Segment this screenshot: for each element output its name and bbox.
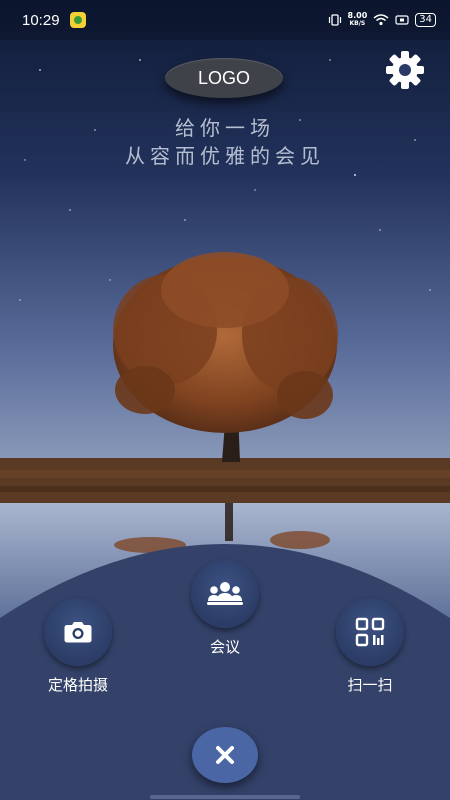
people-group-icon: [207, 582, 243, 605]
settings-button[interactable]: [382, 47, 428, 93]
sim-icon: [395, 15, 409, 25]
net-speed: 8.00 KB/S: [348, 12, 368, 28]
vibrate-icon: [328, 14, 341, 26]
meeting-button[interactable]: [191, 560, 259, 628]
close-button[interactable]: [192, 727, 258, 783]
gear-icon: [386, 51, 424, 89]
scan-button[interactable]: [336, 598, 404, 666]
tagline-line-1: 给你一场: [175, 116, 275, 140]
logo: LOGO: [165, 58, 283, 98]
scan-label: 扫一扫: [347, 676, 393, 694]
battery-indicator: 34: [415, 13, 436, 27]
screen: 10:29 8.00 KB/S 34 LOGO 给你一场 从容而优雅的会见 定格…: [0, 0, 450, 800]
scan-action[interactable]: 扫一扫: [336, 598, 404, 695]
wifi-icon: [373, 14, 389, 26]
net-speed-value: 8.00: [347, 11, 368, 20]
status-time: 10:29: [22, 11, 60, 29]
app-notification-icon: [69, 12, 86, 28]
status-right: 8.00 KB/S 34: [328, 12, 436, 28]
ground: [0, 458, 450, 503]
qr-scan-icon: [355, 617, 385, 647]
close-icon: [216, 746, 234, 764]
net-speed-unit: KB/S: [349, 20, 366, 27]
camera-button[interactable]: [44, 598, 112, 666]
camera-action[interactable]: 定格拍摄: [44, 598, 112, 695]
home-indicator[interactable]: [150, 795, 300, 799]
status-left: 10:29: [22, 12, 86, 29]
camera-label: 定格拍摄: [47, 676, 108, 694]
camera-icon: [64, 622, 92, 643]
meeting-action[interactable]: 会议: [191, 560, 259, 657]
meeting-label: 会议: [209, 638, 240, 656]
status-bar: 10:29 8.00 KB/S 34: [0, 0, 450, 40]
tagline-line-2: 从容而优雅的会见: [125, 144, 325, 168]
